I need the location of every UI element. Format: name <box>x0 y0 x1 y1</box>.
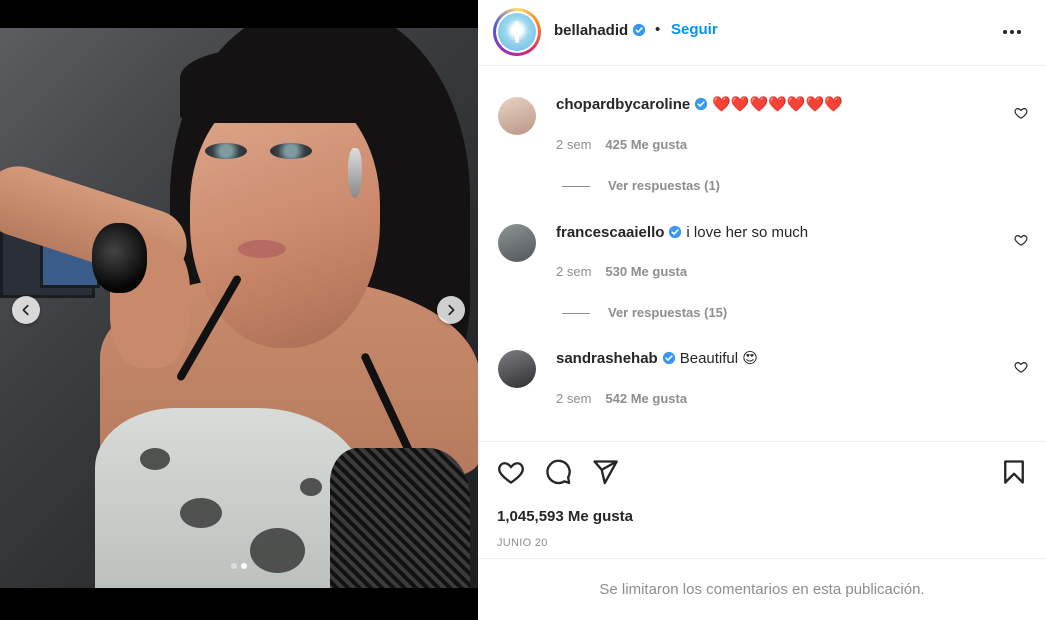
comments-list: chopardbycaroline ❤️❤️❤️❤️❤️❤️❤️ 2 sem 425… <box>478 67 1046 440</box>
comment-like-icon[interactable] <box>1014 360 1028 374</box>
owner-username[interactable]: bellahadid <box>554 22 628 39</box>
comments-limited-notice: Se limitaron los comentarios en esta pub… <box>478 558 1046 620</box>
instagram-post-modal: bellahadid • Seguir chopardbycaroline ❤️❤… <box>0 0 1046 620</box>
post-likes-count[interactable]: 1,045,593 Me gusta <box>497 508 633 525</box>
view-replies-button[interactable]: Ver respuestas (1) <box>562 178 720 193</box>
carousel-dots <box>0 563 478 569</box>
post-side-panel: bellahadid • Seguir chopardbycaroline ❤️❤… <box>478 0 1046 620</box>
follow-button[interactable]: Seguir <box>671 21 718 38</box>
commenter-avatar[interactable] <box>498 224 536 262</box>
view-replies-label: Ver respuestas (1) <box>608 178 721 193</box>
post-media <box>0 0 478 620</box>
comment-time[interactable]: 2 sem <box>556 137 591 152</box>
post-actions <box>478 441 1046 501</box>
verified-badge-icon <box>662 351 675 365</box>
commenter-avatar[interactable] <box>498 97 536 135</box>
comment-time[interactable]: 2 sem <box>556 264 591 279</box>
comment-text: ❤️❤️❤️❤️❤️❤️❤️ <box>712 96 843 113</box>
comment-like-icon[interactable] <box>1014 233 1028 247</box>
comment-likes[interactable]: 530 Me gusta <box>605 264 687 279</box>
carousel-prev-button[interactable] <box>12 296 40 324</box>
verified-badge-icon <box>669 225 682 239</box>
heart-icon[interactable] <box>497 458 525 486</box>
verified-badge-icon <box>695 97 708 111</box>
commenter-avatar[interactable] <box>498 350 536 388</box>
view-replies-button[interactable]: Ver respuestas (15) <box>562 305 727 320</box>
chevron-left-icon <box>22 304 29 316</box>
comment-username[interactable]: chopardbycaroline <box>556 96 690 113</box>
more-options-icon[interactable] <box>998 20 1026 44</box>
post-header: bellahadid • Seguir <box>478 0 1046 66</box>
carousel-next-button[interactable] <box>437 296 465 324</box>
view-replies-label: Ver respuestas (15) <box>608 305 728 320</box>
comment-text: i love her so much <box>686 224 809 241</box>
comment-like-icon[interactable] <box>1014 106 1028 120</box>
separator-dot: • <box>655 21 661 38</box>
post-photo <box>0 28 478 588</box>
comment-text: Beautiful 😍 <box>679 350 758 367</box>
comment-time[interactable]: 2 sem <box>556 391 591 406</box>
comment-likes[interactable]: 542 Me gusta <box>605 391 687 406</box>
comment-likes[interactable]: 425 Me gusta <box>605 137 687 152</box>
comment-username[interactable]: sandrashehab <box>556 350 658 367</box>
send-icon[interactable] <box>591 458 619 486</box>
carousel-dot-active <box>241 563 247 569</box>
carousel-dot <box>231 563 237 569</box>
comments-limited-text: Se limitaron los comentarios en esta pub… <box>599 581 925 598</box>
comment-icon[interactable] <box>544 458 572 486</box>
chevron-right-icon <box>448 304 455 316</box>
post-date[interactable]: JUNIO 20 <box>497 537 548 549</box>
owner-username-link[interactable]: bellahadid <box>554 22 646 39</box>
owner-avatar[interactable] <box>493 8 541 56</box>
verified-badge-icon <box>633 23 646 37</box>
comment-username[interactable]: francescaaiello <box>556 224 664 241</box>
bookmark-icon[interactable] <box>1000 458 1028 486</box>
